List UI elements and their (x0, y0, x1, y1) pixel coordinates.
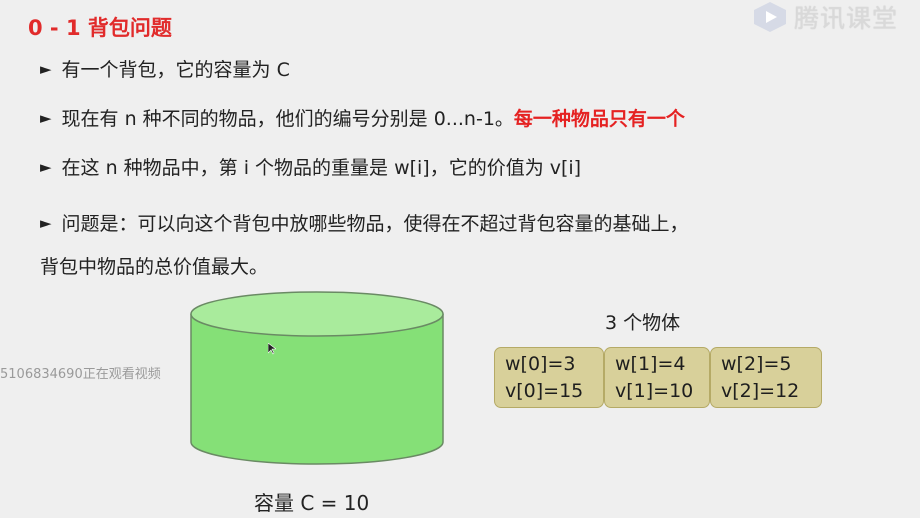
capacity-label: 容量 C = 10 (254, 491, 370, 515)
item-card-2: w[2]=5 v[2]=12 (710, 347, 822, 408)
slide-title: 0 - 1 背包问题 (28, 16, 172, 40)
bullet-arrow-icon: ► (40, 158, 52, 176)
knapsack-cylinder (190, 291, 444, 465)
bullet-1: ► 有一个背包，它的容量为 C (40, 55, 290, 84)
item-value: v[2]=12 (721, 380, 800, 402)
slide: 0 - 1 背包问题 腾讯课堂 ► 有一个背包，它的容量为 C ► 现在有 n 种不… (0, 0, 920, 518)
items-title: 3 个物体 (605, 312, 681, 334)
bullet-arrow-icon: ► (40, 109, 52, 127)
item-weight: w[2]=5 (721, 353, 792, 375)
bullet-arrow-icon: ► (40, 214, 52, 232)
item-weight: w[0]=3 (505, 353, 576, 375)
item-card-0: w[0]=3 v[0]=15 (494, 347, 604, 408)
viewer-watermark: 5106834690正在观看视频 (0, 367, 161, 382)
play-logo-icon (754, 2, 786, 32)
bullet-4-continuation: 背包中物品的总价值最大。 (40, 256, 269, 278)
tencent-classroom-logo: 腾讯课堂 (752, 0, 920, 34)
mouse-cursor-icon (268, 343, 276, 355)
item-card-1: w[1]=4 v[1]=10 (604, 347, 710, 408)
logo-text: 腾讯课堂 (794, 4, 899, 33)
bullet-4-text: 问题是：可以向这个背包中放哪些物品，使得在不超过背包容量的基础上， (61, 213, 689, 235)
bullet-4: ► 问题是：可以向这个背包中放哪些物品，使得在不超过背包容量的基础上， (40, 209, 689, 238)
item-weight: w[1]=4 (615, 353, 686, 375)
item-value: v[0]=15 (505, 380, 584, 402)
item-value: v[1]=10 (615, 380, 694, 402)
bullet-2-highlight: 每一种物品只有一个 (513, 108, 685, 130)
bullet-2: ► 现在有 n 种不同的物品，他们的编号分别是 0...n-1。每一种物品只有一个 (40, 104, 685, 133)
bullet-arrow-icon: ► (40, 60, 52, 78)
bullet-1-text: 有一个背包，它的容量为 C (61, 59, 290, 81)
bullet-3-text: 在这 n 种物品中，第 i 个物品的重量是 w[i]，它的价值为 v[i] (61, 157, 582, 179)
bullet-3: ► 在这 n 种物品中，第 i 个物品的重量是 w[i]，它的价值为 v[i] (40, 153, 581, 182)
bullet-2-text: 现在有 n 种不同的物品，他们的编号分别是 0...n-1。 (61, 108, 514, 130)
